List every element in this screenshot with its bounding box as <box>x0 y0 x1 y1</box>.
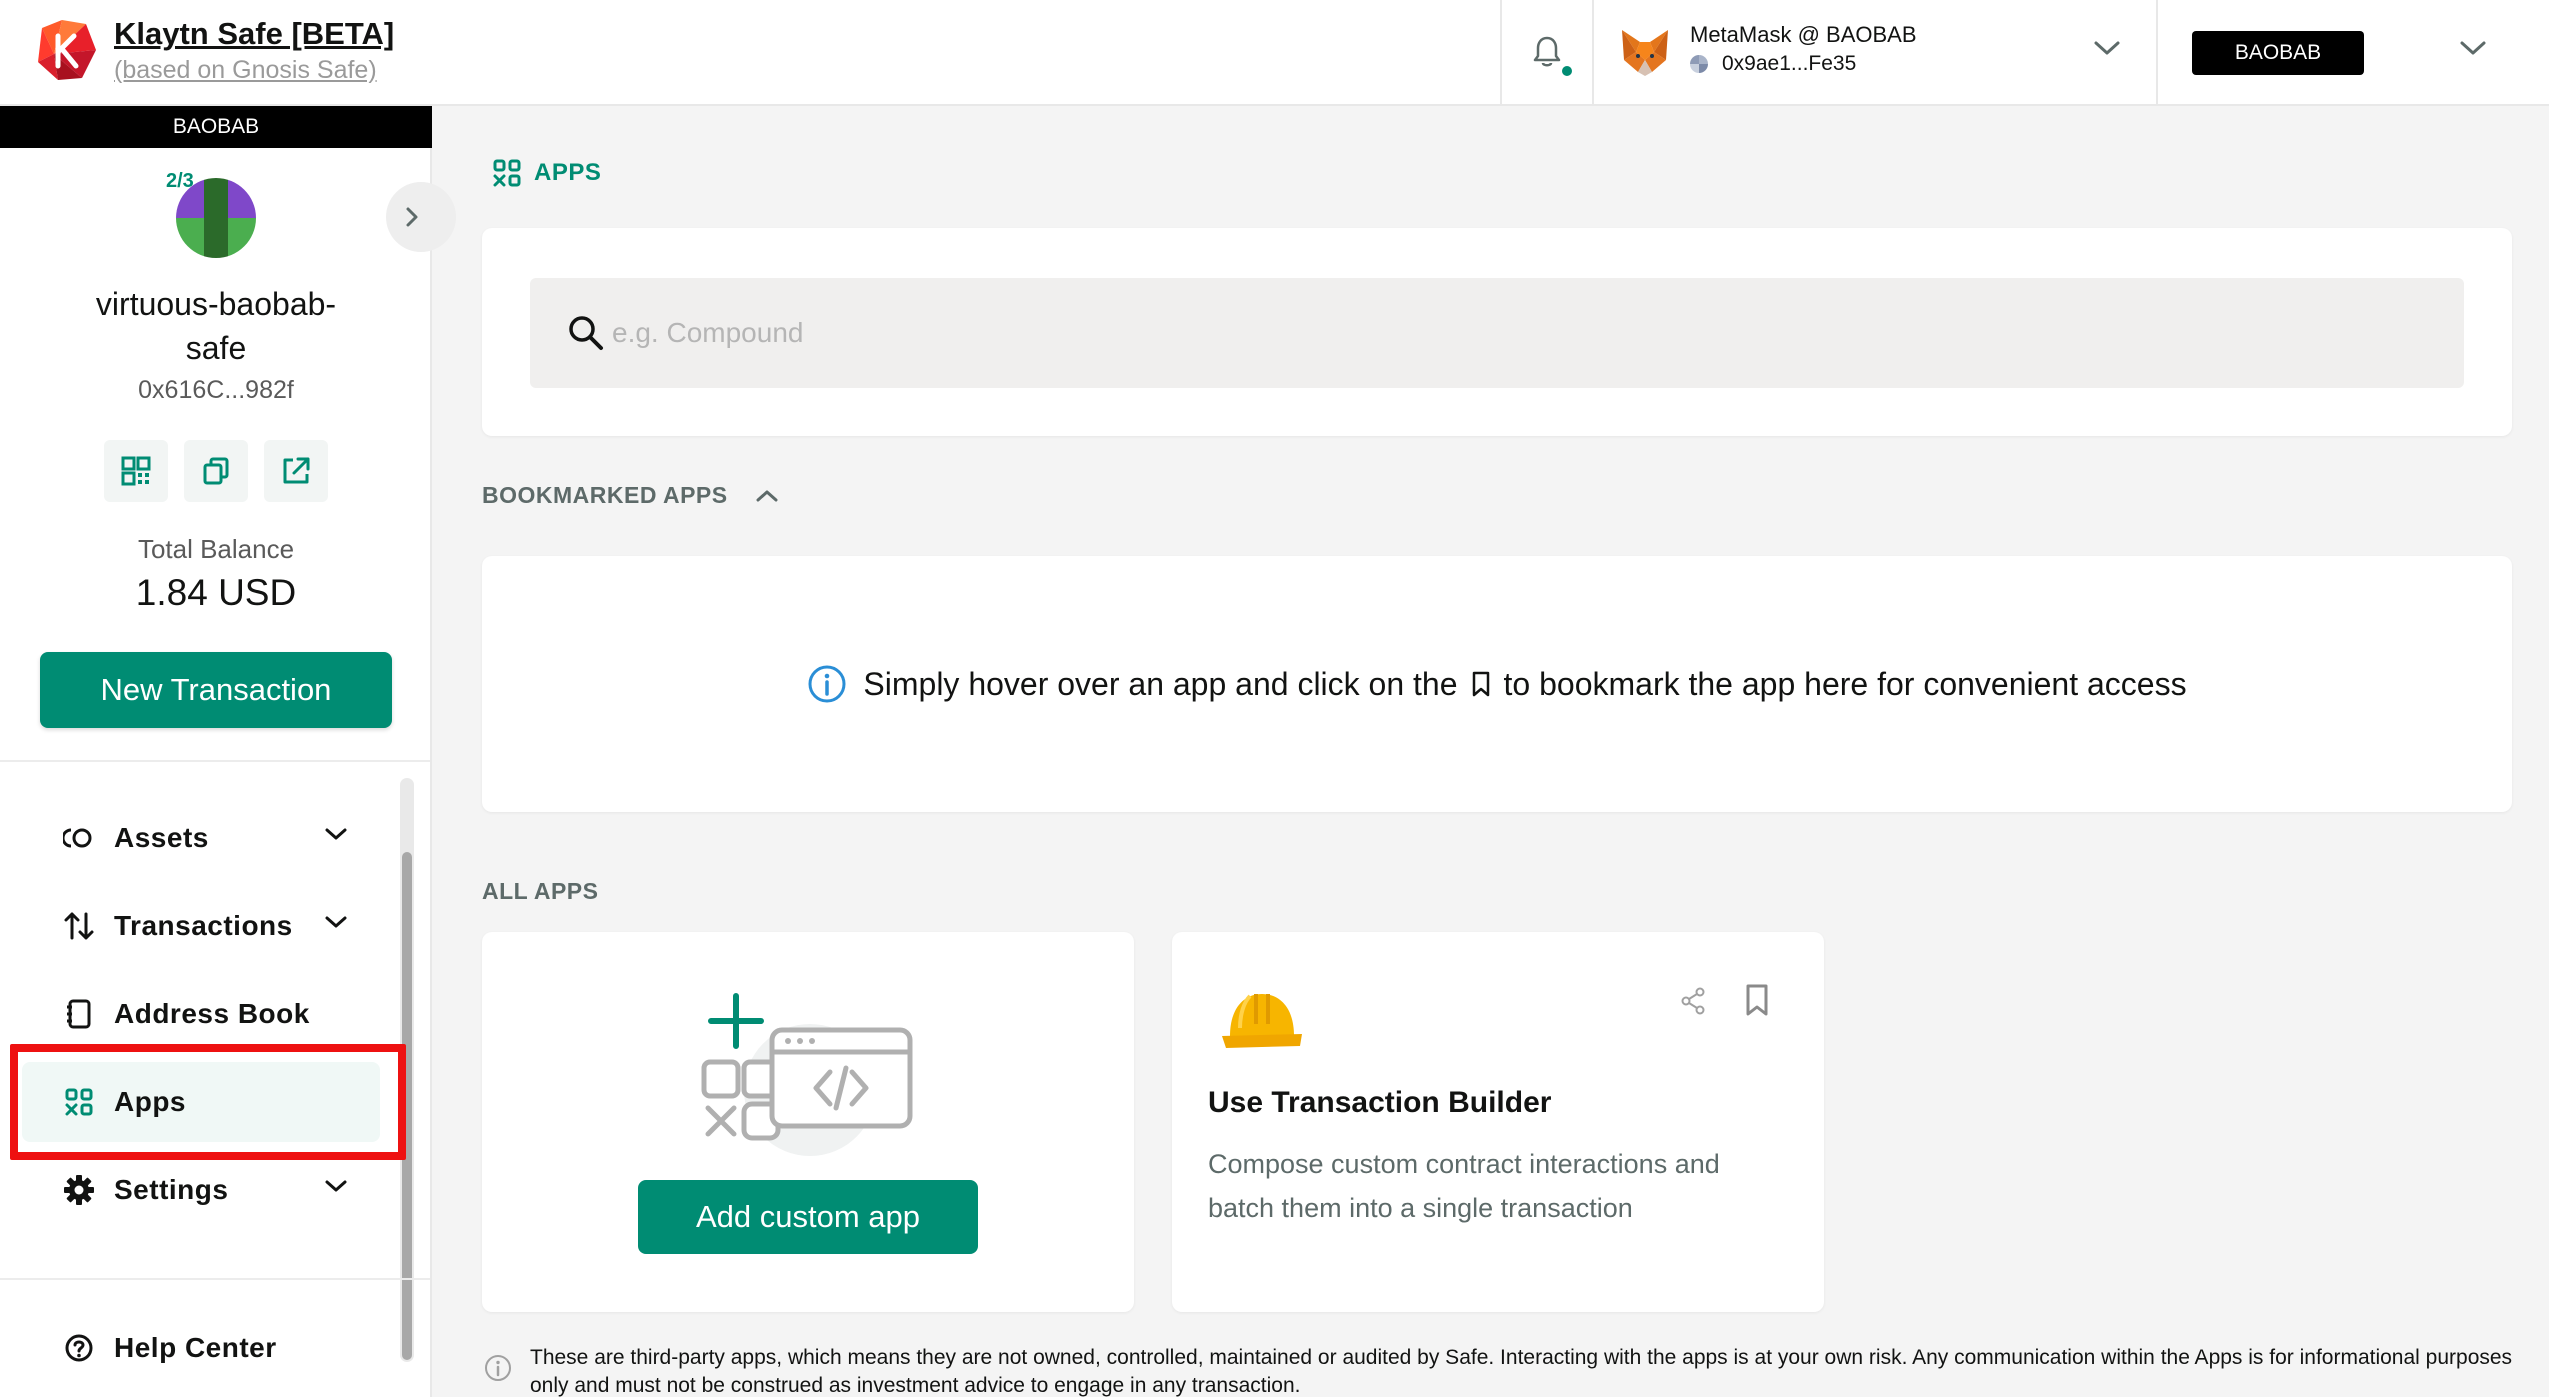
sidebar-item-help-center[interactable]: Help Center <box>22 1308 380 1388</box>
brand[interactable]: Klaytn Safe [BETA] (based on Gnosis Safe… <box>32 14 394 88</box>
app-subtitle-link[interactable]: (based on Gnosis Safe) <box>114 52 394 88</box>
sidebar-item-label: Settings <box>114 1174 229 1205</box>
app-description: Compose custom contract interactions and… <box>1208 1149 1720 1223</box>
hard-hat-icon <box>1222 994 1302 1048</box>
help-icon <box>62 1331 96 1365</box>
add-custom-app-button[interactable]: Add custom app <box>638 1180 978 1254</box>
chevron-down-icon[interactable] <box>2092 38 2122 58</box>
bell-icon <box>1533 36 1561 67</box>
chevron-down-icon[interactable] <box>322 1176 350 1196</box>
page-title: APPS <box>492 158 601 188</box>
search-card <box>482 228 2512 436</box>
chevron-down-icon[interactable] <box>322 824 350 844</box>
add-custom-app-card[interactable]: Add custom app <box>482 932 1134 1312</box>
page-title-text: APPS <box>534 159 602 186</box>
chevron-down-icon[interactable] <box>322 912 350 932</box>
sidebar-item-label: Assets <box>114 822 209 853</box>
settings-icon <box>62 1173 96 1207</box>
app-root: Klaytn Safe [BETA] (based on Gnosis Safe… <box>0 0 2549 1397</box>
total-balance-value: 1.84 USD <box>135 572 297 613</box>
qr-code-button[interactable] <box>104 440 168 502</box>
app-title[interactable]: Klaytn Safe [BETA] <box>114 16 394 52</box>
search-icon <box>569 316 603 350</box>
assets-icon <box>62 821 96 855</box>
sidebar-divider <box>0 760 430 762</box>
sidebar-expand-button[interactable] <box>386 182 456 252</box>
transactions-icon <box>62 909 96 943</box>
bookmark-hint-text: Simply hover over an app and click on th… <box>863 665 1458 702</box>
share-icon[interactable] <box>1678 986 1708 1016</box>
apps-icon <box>62 1085 96 1119</box>
info-icon <box>485 1355 511 1381</box>
sidebar-item-transactions[interactable]: Transactions <box>22 886 380 966</box>
bookmarked-apps-label: BOOKMARKED APPS <box>482 482 728 508</box>
safe-address: 0x616C...982f <box>138 376 294 404</box>
network-badge: BAOBAB <box>2192 31 2364 75</box>
wallet-address-row: 0x9ae1...Fe35 <box>1690 52 1856 76</box>
bookmark-hint-text: to bookmark the app here for convenient … <box>1503 665 2187 702</box>
sidebar-item-label: Transactions <box>114 910 293 941</box>
chevron-down-icon[interactable] <box>2458 38 2488 58</box>
metamask-fox-icon <box>1622 30 1668 76</box>
search-field[interactable] <box>530 278 2464 388</box>
safe-actions <box>104 440 328 502</box>
copy-address-button[interactable] <box>184 440 248 502</box>
notification-dot <box>1560 64 1574 78</box>
sidebar-item-assets[interactable]: Assets <box>22 798 380 878</box>
copy-icon <box>203 457 229 485</box>
address-book-icon <box>62 997 96 1031</box>
total-balance-label: Total Balance <box>137 534 295 564</box>
open-explorer-button[interactable] <box>264 440 328 502</box>
sidebar-scrollbar-thumb[interactable] <box>402 852 412 1360</box>
bookmarked-apps-header[interactable]: BOOKMARKED APPS <box>482 482 780 509</box>
sidebar-item-label: Help Center <box>114 1332 277 1363</box>
bookmark-icon[interactable] <box>1742 982 1772 1018</box>
app-card-transaction-builder[interactable]: Use Transaction Builder Compose custom c… <box>1172 932 1824 1312</box>
klaytn-logo <box>34 16 102 84</box>
new-transaction-button[interactable]: New Transaction <box>40 652 392 728</box>
safe-name: virtuous-baobab-safe <box>95 286 337 366</box>
qr-code-icon <box>121 456 151 486</box>
wallet-info[interactable]: MetaMask @ BAOBAB 0x9ae1...Fe35 <box>1596 0 2158 104</box>
sidebar-item-settings[interactable]: Settings <box>22 1150 380 1230</box>
apps-icon <box>493 159 521 187</box>
notifications-button[interactable] <box>1500 0 1594 104</box>
sidebar-item-label: Apps <box>114 1086 186 1117</box>
sidebar-item-address-book[interactable]: Address Book <box>22 974 380 1054</box>
bookmark-icon <box>1470 670 1492 698</box>
search-input[interactable] <box>612 317 2412 349</box>
top-header: Klaytn Safe [BETA] (based on Gnosis Safe… <box>0 0 2549 106</box>
third-party-disclaimer: These are third-party apps, which means … <box>484 1344 2524 1397</box>
sidebar-divider <box>0 1278 430 1280</box>
all-apps-label: ALL APPS <box>482 878 599 904</box>
chevron-up-icon[interactable] <box>754 487 780 505</box>
wallet-address: 0x9ae1...Fe35 <box>1722 52 1857 75</box>
chevron-right-icon <box>406 207 418 227</box>
disclaimer-text: These are third-party apps, which means … <box>530 1346 2513 1397</box>
custom-app-illustration-icon <box>701 993 913 1156</box>
bookmarked-apps-card: Simply hover over an app and click on th… <box>482 556 2512 812</box>
info-icon <box>808 665 846 703</box>
wallet-name: MetaMask @ BAOBAB <box>1690 22 1917 47</box>
wallet-identicon <box>1690 55 1708 73</box>
sidebar: BAOBAB 2/3 virtuous-baobab-safe 0x616C..… <box>0 106 456 1397</box>
bookmark-hint: Simply hover over an app and click on th… <box>482 556 2512 812</box>
threshold-badge: 2/3 <box>166 170 194 192</box>
sidebar-network-label: BAOBAB <box>0 106 432 148</box>
sidebar-item-apps[interactable]: Apps <box>22 1062 380 1142</box>
app-title: Use Transaction Builder <box>1208 1086 1552 1119</box>
sidebar-item-label: Address Book <box>114 998 310 1029</box>
external-link-icon <box>283 457 310 484</box>
